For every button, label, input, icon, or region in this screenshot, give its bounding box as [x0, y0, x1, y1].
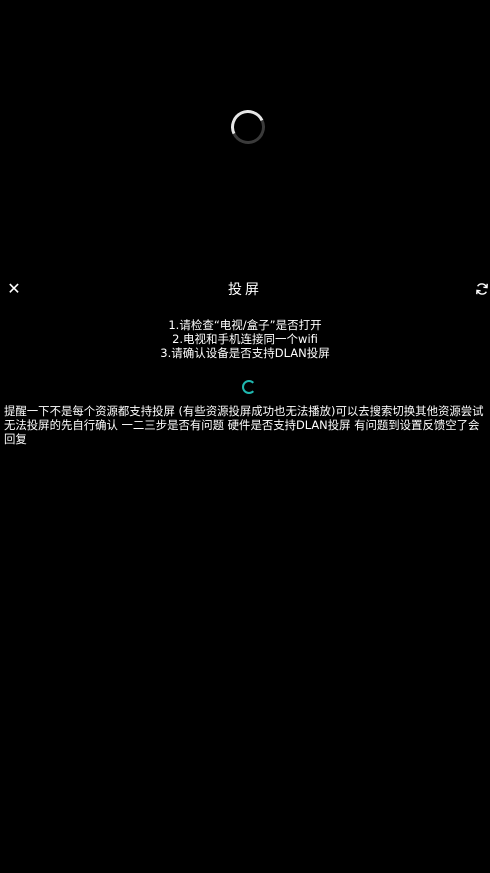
cast-instructions: 1.请检查“电视/盒子”是否打开 2.电视和手机连接同一个wifi 3.请确认设… — [0, 318, 490, 360]
cast-header: ✕ 投屏 — [0, 276, 490, 304]
video-player-area[interactable] — [0, 0, 490, 275]
instruction-step-3: 3.请确认设备是否支持DLAN投屏 — [160, 346, 330, 360]
cast-tip-text: 提醒一下不是每个资源都支持投屏 (有些资源投屏成功也无法播放)可以去搜索切换其他… — [4, 404, 484, 446]
loading-spinner-icon — [226, 105, 270, 149]
instruction-step-2: 2.电视和手机连接同一个wifi — [172, 332, 318, 346]
refresh-icon[interactable] — [475, 281, 489, 297]
device-search-spinner-icon — [242, 380, 256, 394]
cast-title: 投屏 — [228, 282, 262, 298]
instruction-step-1: 1.请检查“电视/盒子”是否打开 — [168, 318, 322, 332]
